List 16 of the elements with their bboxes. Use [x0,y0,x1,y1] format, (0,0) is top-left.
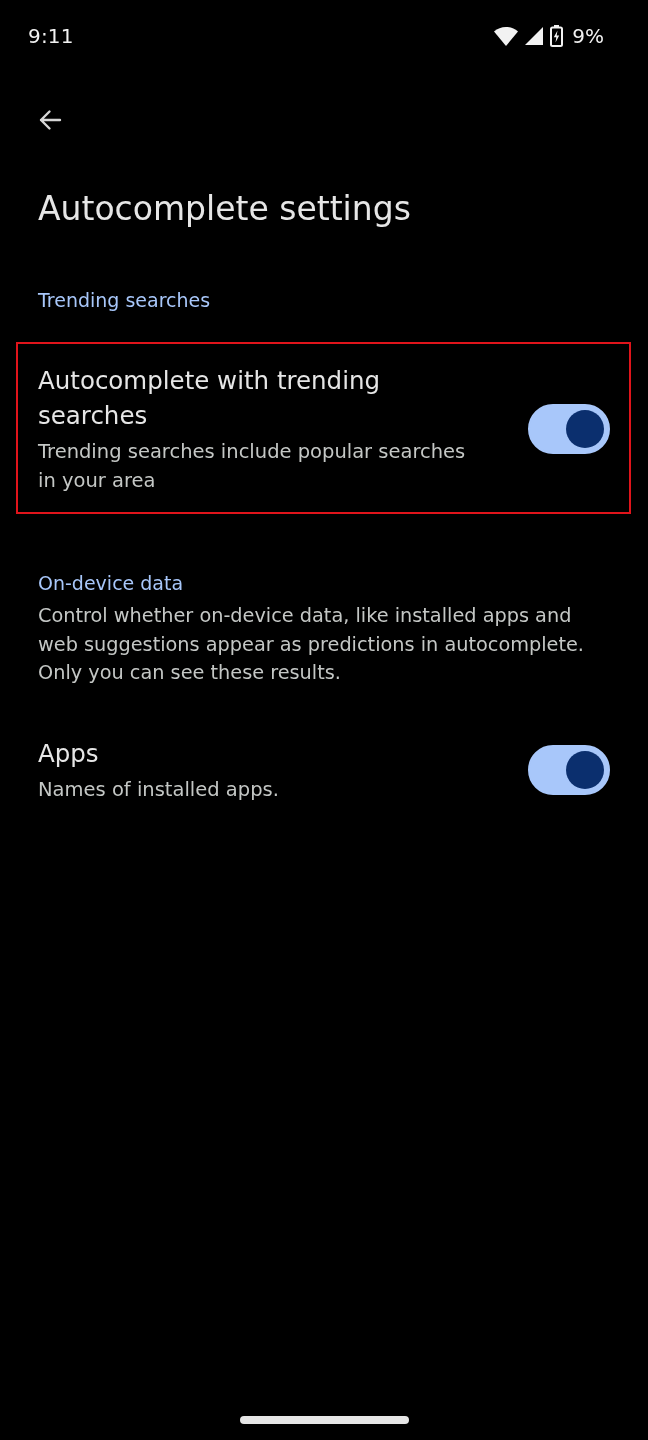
battery-percent: 9% [572,24,604,48]
setting-summary: Trending searches include popular searches in your area [38,439,467,494]
section-description: Control whether on-device data, like installed apps and web suggestions appear as predictions in autocomplete. Only you can see these results. [38,603,585,686]
setting-title: Autocomplete with trending searches [38,365,382,432]
toggle-switch[interactable] [528,744,610,795]
wifi-icon [494,26,519,46]
signal-icon [525,27,544,45]
section-header: Trending searches [38,288,212,313]
toggle-switch[interactable] [528,404,610,454]
setting-summary: Names of installed apps. [38,776,280,803]
section-header: On-device data [38,571,185,596]
battery-charging-icon [550,25,564,47]
setting-title: Apps [38,737,100,770]
page-title: Autocomplete settings [38,188,412,230]
back-arrow-icon [38,108,62,132]
status-time: 9:11 [28,24,74,48]
